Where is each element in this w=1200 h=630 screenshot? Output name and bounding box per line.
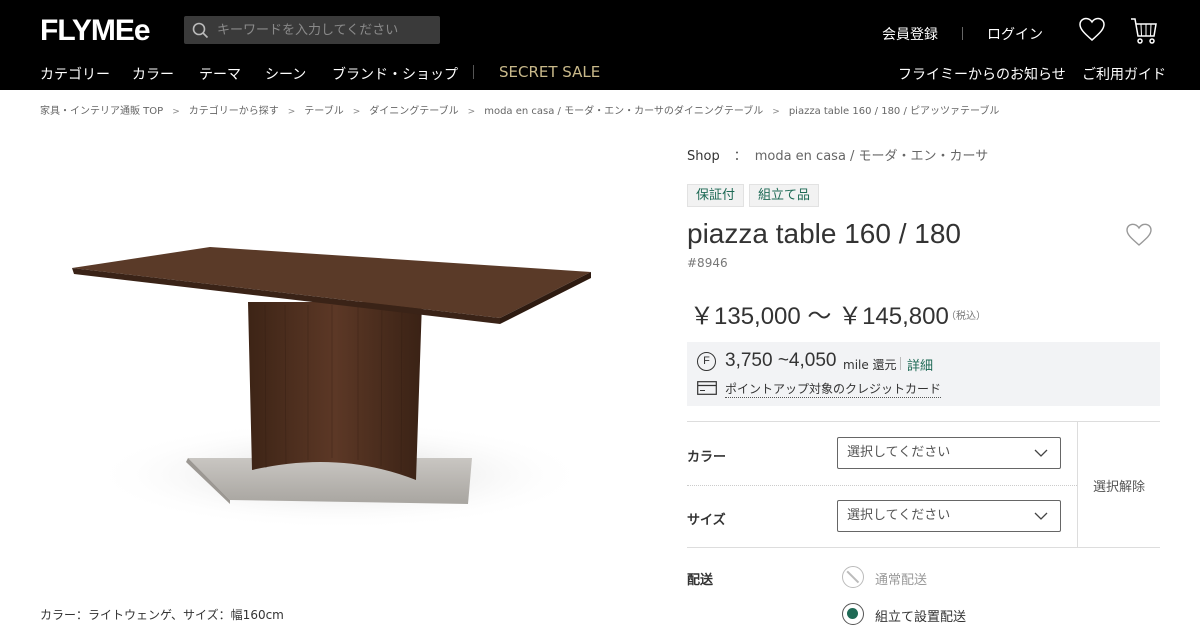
size-select-value: 選択してください [847,508,951,523]
product-title: piazza table 160 / 180 [687,218,961,249]
shop-label: Shop [687,149,720,164]
nav-news[interactable]: フライミーからのお知らせ [898,64,1066,84]
add-favorite-heart-icon[interactable] [1125,222,1153,248]
size-label: サイズ [687,513,726,528]
breadcrumb-item[interactable]: moda en casa / モーダ・エン・カーサのダイニングテーブル [484,102,763,117]
breadcrumb-item[interactable]: カテゴリーから探す [189,102,279,117]
mile-unit: mile 還元 [843,358,897,372]
nav-theme[interactable]: テーマ [199,64,241,84]
shipping-normal-radio-disabled [842,566,864,588]
product-image[interactable] [40,140,640,560]
flymee-coin-icon: F [697,352,716,371]
shop-colon: ： [733,149,747,164]
shipping-normal-label: 通常配送 [875,573,928,588]
shop-row: Shop ： moda en casa / モーダ・エン・カーサ [687,145,988,164]
clear-selection-button[interactable]: 選択解除 [1093,476,1145,495]
mile-divider [900,357,901,370]
size-select[interactable]: 選択してください [837,500,1061,532]
favorites-heart-icon[interactable] [1078,16,1106,44]
nav-divider [473,65,474,79]
breadcrumb-chevron-icon: > [287,107,296,117]
shipping-assembly-radio[interactable] [842,603,864,625]
color-label: カラー [687,450,727,465]
breadcrumb-chevron-icon: > [352,107,361,117]
options-vertical-divider [1077,422,1078,548]
shop-name-link[interactable]: moda en casa / モーダ・エン・カーサ [755,149,989,164]
site-header: FLYMEe 会員登録 ログイン カテゴリー カラー テーマ シーン ブランド・… [0,0,1200,90]
tag-warranty[interactable]: 保証付 [687,184,745,207]
breadcrumb-item[interactable]: 家具・インテリア通販 TOP [40,102,163,117]
search-icon [192,22,209,38]
mile-detail-link[interactable]: 詳細 [907,355,933,374]
mile-reward-box: F 3,750 ~4,050 mile 還元 詳細 ポイントアップ対象のクレジッ… [687,342,1160,406]
product-sku: #8946 [687,256,728,270]
shipping-assembly-label[interactable]: 組立て設置配送 [875,606,966,625]
nav-brand-shop[interactable]: ブランド・ショップ [332,64,458,84]
breadcrumb: 家具・インテリア通販 TOP > カテゴリーから探す > テーブル > ダイニングテーブル >… [40,102,999,117]
site-logo[interactable]: FLYMEe [40,14,151,48]
breadcrumb-current: piazza table 160 / 180 / ピアッツァテーブル [788,106,1000,117]
chevron-down-icon [1034,512,1048,520]
register-link[interactable]: 会員登録 [882,24,938,44]
cart-icon[interactable] [1129,16,1159,46]
tag-assembly[interactable]: 組立て品 [749,184,820,207]
search-input[interactable] [217,22,427,38]
credit-card-link[interactable]: ポイントアップ対象のクレジットカード [725,380,942,398]
nav-guide[interactable]: ご利用ガイド [1082,64,1166,84]
nav-category[interactable]: カテゴリー [40,64,110,84]
search-box[interactable] [184,16,440,44]
breadcrumb-chevron-icon: > [467,107,476,117]
shipping-label: 配送 [687,573,714,588]
color-select-value: 選択してください [847,445,951,460]
breadcrumb-chevron-icon: > [172,107,180,117]
options-divider [687,485,1077,486]
image-caption: カラー：ライトウェンゲ、サイズ：幅160cm [40,608,284,622]
breadcrumb-chevron-icon: > [772,107,780,117]
tax-note: （税込） [946,311,986,322]
price-range: ￥135,000 ～ ￥145,800 [690,303,949,330]
nav-color[interactable]: カラー [132,64,174,84]
breadcrumb-item[interactable]: テーブル [304,102,343,117]
options-table: カラー 選択してください サイズ 選択してください 選択解除 [687,421,1160,548]
mile-range: 3,750 ~4,050 [725,350,837,371]
nav-secret-sale[interactable]: SECRET SALE [499,63,600,81]
credit-card-icon [697,381,717,395]
nav-scene[interactable]: シーン [265,64,306,84]
chevron-down-icon [1034,449,1048,457]
color-select[interactable]: 選択してください [837,437,1061,469]
login-link[interactable]: ログイン [987,24,1043,44]
breadcrumb-item[interactable]: ダイニングテーブル [369,102,458,117]
header-divider [962,27,963,40]
